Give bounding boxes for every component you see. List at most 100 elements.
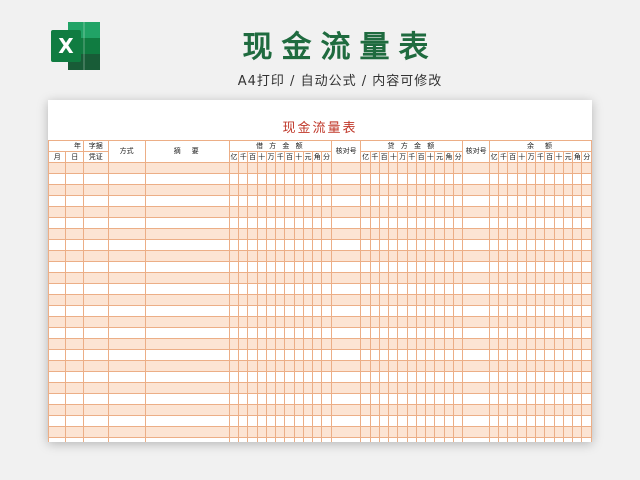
table-cell[interactable]	[406, 228, 417, 240]
table-cell[interactable]	[302, 371, 314, 383]
table-cell[interactable]	[544, 338, 555, 350]
table-cell[interactable]	[360, 272, 371, 284]
table-cell[interactable]	[144, 404, 230, 416]
table-cell[interactable]	[581, 316, 592, 328]
table-cell[interactable]	[378, 217, 390, 229]
table-cell[interactable]	[516, 261, 527, 273]
table-cell[interactable]	[82, 162, 109, 174]
table-cell[interactable]	[443, 162, 454, 174]
table-cell[interactable]	[544, 272, 555, 284]
table-cell[interactable]	[553, 349, 564, 361]
table-cell[interactable]	[321, 415, 332, 427]
table-cell[interactable]	[553, 228, 564, 240]
table-cell[interactable]	[415, 371, 427, 383]
table-cell[interactable]	[82, 261, 109, 273]
table-cell[interactable]	[369, 426, 380, 438]
table-cell[interactable]	[256, 206, 267, 218]
table-cell[interactable]	[275, 195, 286, 207]
table-cell[interactable]	[228, 327, 240, 339]
table-cell[interactable]	[462, 338, 490, 350]
table-cell[interactable]	[228, 228, 240, 240]
table-cell[interactable]	[462, 393, 490, 405]
table-cell[interactable]	[581, 305, 592, 317]
table-cell[interactable]	[378, 360, 390, 372]
table-cell[interactable]	[256, 316, 267, 328]
table-cell[interactable]	[525, 184, 537, 196]
table-cell[interactable]	[406, 294, 417, 306]
table-cell[interactable]	[275, 316, 286, 328]
table-cell[interactable]	[415, 382, 427, 394]
table-cell[interactable]	[434, 206, 445, 218]
table-cell[interactable]	[434, 426, 445, 438]
table-cell[interactable]	[107, 360, 146, 372]
table-cell[interactable]	[425, 272, 436, 284]
table-cell[interactable]	[302, 184, 314, 196]
table-cell[interactable]	[525, 217, 537, 229]
table-cell[interactable]	[284, 162, 295, 174]
table-cell[interactable]	[302, 294, 314, 306]
table-cell[interactable]	[265, 338, 277, 350]
table-cell[interactable]	[65, 206, 84, 218]
table-cell[interactable]	[312, 206, 323, 218]
table-cell[interactable]	[312, 261, 323, 273]
table-cell[interactable]	[65, 426, 84, 438]
table-cell[interactable]	[572, 338, 583, 350]
table-cell[interactable]	[415, 305, 427, 317]
table-cell[interactable]	[275, 228, 286, 240]
table-cell[interactable]	[238, 371, 249, 383]
table-cell[interactable]	[516, 206, 527, 218]
table-cell[interactable]	[415, 426, 427, 438]
table-cell[interactable]	[293, 360, 304, 372]
table-cell[interactable]	[425, 250, 436, 262]
table-cell[interactable]	[388, 349, 399, 361]
table-cell[interactable]	[369, 415, 380, 427]
table-cell[interactable]	[82, 195, 109, 207]
table-cell[interactable]	[498, 316, 509, 328]
table-cell[interactable]	[406, 349, 417, 361]
table-cell[interactable]	[406, 360, 417, 372]
table-cell[interactable]	[415, 261, 427, 273]
table-cell[interactable]	[284, 371, 295, 383]
table-cell[interactable]	[415, 360, 427, 372]
table-cell[interactable]	[462, 272, 490, 284]
table-cell[interactable]	[321, 305, 332, 317]
table-cell[interactable]	[406, 437, 417, 442]
table-cell[interactable]	[275, 294, 286, 306]
table-cell[interactable]	[507, 437, 518, 442]
table-cell[interactable]	[397, 349, 408, 361]
table-cell[interactable]	[238, 162, 249, 174]
table-cell[interactable]	[284, 415, 295, 427]
table-cell[interactable]	[48, 195, 67, 207]
table-cell[interactable]	[360, 371, 371, 383]
table-cell[interactable]	[425, 360, 436, 372]
table-cell[interactable]	[256, 294, 267, 306]
table-cell[interactable]	[238, 382, 249, 394]
table-cell[interactable]	[107, 261, 146, 273]
table-cell[interactable]	[516, 415, 527, 427]
table-cell[interactable]	[498, 327, 509, 339]
table-cell[interactable]	[516, 371, 527, 383]
table-cell[interactable]	[406, 261, 417, 273]
table-cell[interactable]	[107, 162, 146, 174]
table-cell[interactable]	[284, 272, 295, 284]
table-cell[interactable]	[144, 382, 230, 394]
table-cell[interactable]	[256, 360, 267, 372]
table-cell[interactable]	[553, 184, 564, 196]
table-cell[interactable]	[535, 294, 546, 306]
table-cell[interactable]	[302, 305, 314, 317]
table-cell[interactable]	[65, 415, 84, 427]
table-cell[interactable]	[452, 272, 464, 284]
table-cell[interactable]	[397, 239, 408, 251]
table-cell[interactable]	[572, 239, 583, 251]
table-cell[interactable]	[65, 316, 84, 328]
table-cell[interactable]	[107, 206, 146, 218]
table-cell[interactable]	[265, 316, 277, 328]
table-cell[interactable]	[406, 393, 417, 405]
table-cell[interactable]	[321, 437, 332, 442]
table-cell[interactable]	[65, 173, 84, 185]
table-cell[interactable]	[415, 162, 427, 174]
table-cell[interactable]	[275, 393, 286, 405]
table-cell[interactable]	[293, 239, 304, 251]
table-cell[interactable]	[65, 195, 84, 207]
table-cell[interactable]	[284, 228, 295, 240]
